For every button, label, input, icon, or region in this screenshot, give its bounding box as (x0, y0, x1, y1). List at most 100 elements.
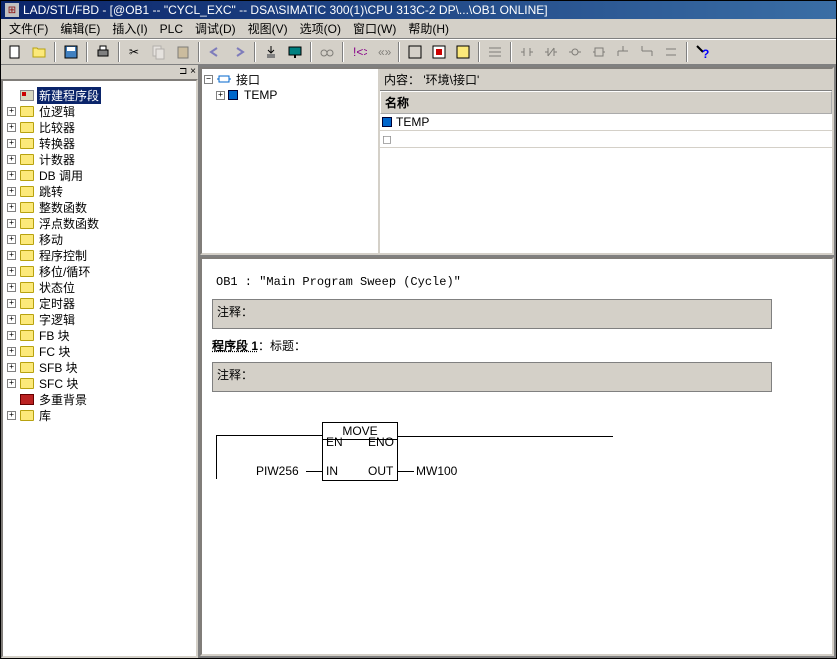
output-operand[interactable]: MW100 (416, 464, 457, 478)
interface-tree[interactable]: − 接口 + TEMP (202, 69, 380, 253)
tree-label: 比较器 (37, 119, 77, 136)
tree-node[interactable]: + 浮点数函数 (7, 215, 192, 231)
expand-icon[interactable]: + (7, 347, 16, 356)
expand-icon[interactable]: + (7, 171, 16, 180)
expand-icon[interactable]: + (7, 139, 16, 148)
download-button[interactable] (260, 41, 282, 63)
tree-node[interactable]: +计数器 (7, 151, 192, 167)
instruction-tree[interactable]: 新建程序段+位逻辑+比较器+转换器+计数器+DB 调用+跳转+整数函数+浮点数函… (5, 83, 194, 427)
tree-node[interactable]: +SFC 块 (7, 375, 192, 391)
tree-node-interface[interactable]: − 接口 (204, 71, 376, 87)
tree-node[interactable]: 多重背景 (7, 391, 192, 407)
expand-icon[interactable]: + (7, 251, 16, 260)
collapse-icon[interactable]: − (204, 75, 213, 84)
expand-icon[interactable]: + (7, 123, 16, 132)
menu-window[interactable]: 窗口(W) (347, 18, 402, 39)
network-label[interactable]: 程序段 1 (212, 339, 258, 353)
tree-node[interactable]: +位逻辑 (7, 103, 192, 119)
param-icon (382, 117, 392, 127)
tree-node[interactable]: +跳转 (7, 183, 192, 199)
print-button[interactable] (92, 41, 114, 63)
branch-close-button[interactable] (636, 41, 658, 63)
tree-node[interactable]: +FC 块 (7, 343, 192, 359)
box3-button[interactable] (452, 41, 474, 63)
network-comment-box[interactable]: 注释： (212, 362, 772, 392)
coil-button[interactable] (564, 41, 586, 63)
tree-node[interactable]: +SFB 块 (7, 359, 192, 375)
monitor-button[interactable] (284, 41, 306, 63)
tree-node[interactable]: +字逻辑 (7, 311, 192, 327)
tree-node[interactable]: + 整数函数 (7, 199, 192, 215)
expand-icon[interactable]: + (7, 363, 16, 372)
input-operand[interactable]: PIW256 (256, 464, 299, 478)
expand-icon[interactable]: + (7, 411, 16, 420)
help-button[interactable]: ? (692, 41, 714, 63)
expand-icon[interactable]: + (7, 219, 16, 228)
cut-button[interactable]: ✂ (124, 41, 146, 63)
expand-icon[interactable]: + (7, 203, 16, 212)
tree-node[interactable]: +转换器 (7, 135, 192, 151)
expand-icon[interactable]: + (7, 283, 16, 292)
tree-node[interactable]: 新建程序段 (7, 87, 192, 103)
instruction-tree-panel[interactable]: 新建程序段+位逻辑+比较器+转换器+计数器+DB 调用+跳转+整数函数+浮点数函… (1, 79, 198, 658)
tree-node[interactable]: +DB 调用 (7, 167, 192, 183)
box1-button[interactable] (404, 41, 426, 63)
expand-icon[interactable]: + (216, 91, 225, 100)
menu-view[interactable]: 视图(V) (242, 18, 294, 39)
redo-button[interactable] (228, 41, 250, 63)
column-header-name[interactable]: 名称 (380, 91, 832, 114)
expand-icon[interactable]: + (7, 299, 16, 308)
branch-open-button[interactable] (612, 41, 634, 63)
tree-node[interactable]: + 比较器 (7, 119, 192, 135)
menu-insert[interactable]: 插入(I) (106, 18, 153, 39)
menu-file[interactable]: 文件(F) (3, 18, 54, 39)
menu-debug[interactable]: 调试(D) (189, 18, 242, 39)
tree-node[interactable]: +库 (7, 407, 192, 423)
contact-nc-button[interactable] (540, 41, 562, 63)
ladder-editor[interactable]: OB1 : "Main Program Sweep (Cycle)" 注释： 程… (200, 257, 834, 656)
right-area: − 接口 + TEMP 内容： '环境\接口' 名称 TEMP (198, 65, 836, 658)
box2-button[interactable] (428, 41, 450, 63)
menu-options[interactable]: 选项(O) (294, 18, 347, 39)
open-button[interactable] (28, 41, 50, 63)
menu-edit[interactable]: 编辑(E) (54, 18, 106, 39)
folder-icon (19, 168, 35, 182)
grid-row[interactable]: TEMP (380, 114, 832, 131)
goto-button[interactable]: «» (372, 41, 394, 63)
expand-icon[interactable]: + (7, 379, 16, 388)
network-title-row[interactable]: 程序段 1：标题： (212, 333, 822, 358)
expand-icon[interactable]: + (7, 267, 16, 276)
new-button[interactable] (4, 41, 26, 63)
expand-icon[interactable]: + (7, 107, 16, 116)
copy-button[interactable] (148, 41, 170, 63)
network-button[interactable] (484, 41, 506, 63)
connect-button[interactable] (660, 41, 682, 63)
expand-icon[interactable]: + (7, 315, 16, 324)
tree-node[interactable]: +程序控制 (7, 247, 192, 263)
save-button[interactable] (60, 41, 82, 63)
tree-node[interactable]: +移动 (7, 231, 192, 247)
expand-icon[interactable]: + (7, 155, 16, 164)
contact-no-button[interactable] (516, 41, 538, 63)
menu-plc[interactable]: PLC (154, 20, 189, 38)
paste-button[interactable] (172, 41, 194, 63)
tree-node-temp[interactable]: + TEMP (204, 87, 376, 103)
tree-node[interactable]: +FB 块 (7, 327, 192, 343)
tree-node[interactable]: +状态位 (7, 279, 192, 295)
grid-row-empty[interactable]: ◻ (380, 131, 832, 148)
ladder-diagram[interactable]: MOVE EN ENO IN OUT PIW256 MW100 (216, 422, 818, 542)
tree-label: 浮点数函数 (37, 215, 101, 232)
expand-icon[interactable]: + (7, 235, 16, 244)
undo-button[interactable] (204, 41, 226, 63)
tree-node[interactable]: +定时器 (7, 295, 192, 311)
expand-icon[interactable]: + (7, 187, 16, 196)
tree-label: 整数函数 (37, 199, 89, 216)
folder-icon (19, 328, 35, 342)
expand-icon[interactable]: + (7, 331, 16, 340)
tree-node[interactable]: +移位/循环 (7, 263, 192, 279)
menu-help[interactable]: 帮助(H) (402, 18, 455, 39)
box-ins-button[interactable] (588, 41, 610, 63)
ob-comment-box[interactable]: 注释： (212, 299, 772, 329)
glasses-button[interactable] (316, 41, 338, 63)
symbol-button[interactable]: !<>! (348, 41, 370, 63)
